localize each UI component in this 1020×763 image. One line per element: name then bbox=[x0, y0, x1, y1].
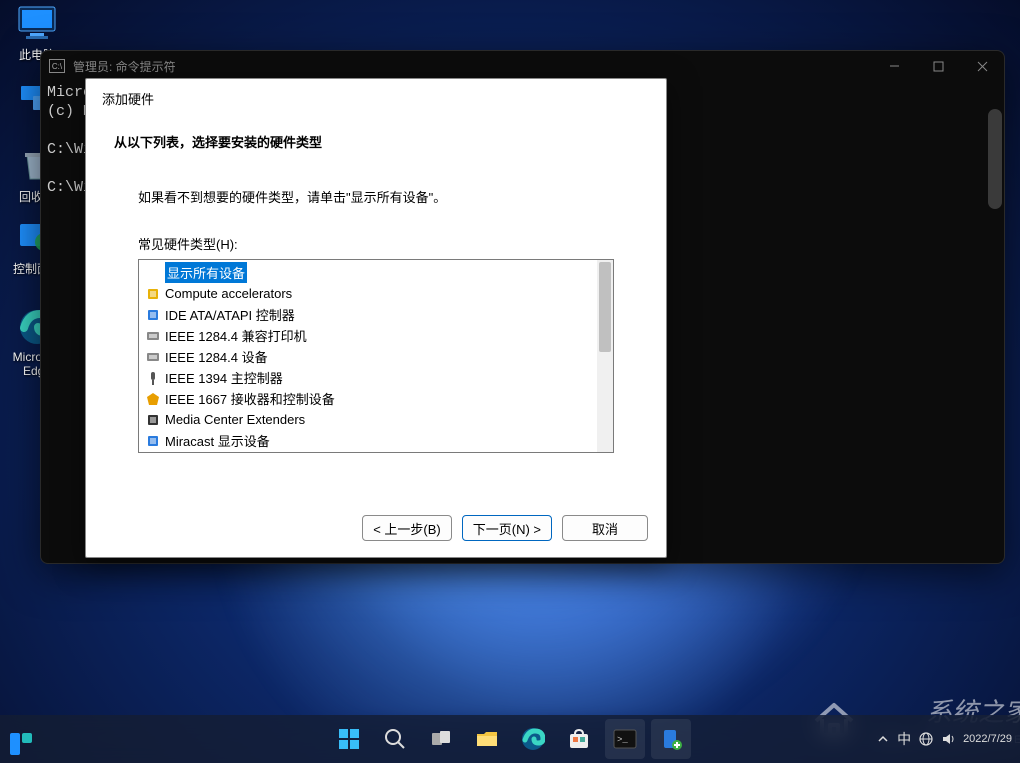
chevron-up-icon[interactable] bbox=[877, 733, 889, 745]
task-view-button[interactable] bbox=[421, 719, 461, 759]
cmd-scrollbar[interactable] bbox=[988, 109, 1002, 209]
hardware-type-icon bbox=[145, 433, 161, 449]
list-item[interactable]: Miracast 显示设备 bbox=[141, 430, 611, 451]
search-button[interactable] bbox=[375, 719, 415, 759]
taskbar: >_ 中 2022/7/29 bbox=[0, 715, 1020, 763]
hardware-type-listbox[interactable]: 显示所有设备 Compute accelerators IDE ATA/ATAPI … bbox=[138, 259, 614, 453]
add-hardware-dialog: 添加硬件 从以下列表，选择要安装的硬件类型 如果看不到想要的硬件类型，请单击"显… bbox=[85, 78, 667, 558]
listbox-scrollbar-thumb[interactable] bbox=[599, 262, 611, 352]
list-item[interactable]: Media Center Extenders bbox=[141, 409, 611, 430]
listbox-label: 常见硬件类型(H): bbox=[138, 234, 614, 253]
cmd-taskbar-button[interactable]: >_ bbox=[605, 719, 645, 759]
list-item-label: IEEE 1284.4 设备 bbox=[165, 347, 268, 366]
list-item[interactable]: IEEE 1394 主控制器 bbox=[141, 367, 611, 388]
list-item[interactable]: IEEE 1284.4 设备 bbox=[141, 346, 611, 367]
svg-text:>_: >_ bbox=[617, 735, 628, 745]
list-item-label: IEEE 1394 主控制器 bbox=[165, 368, 283, 387]
hardware-type-icon bbox=[145, 328, 161, 344]
next-button[interactable]: 下一页(N) > bbox=[462, 515, 552, 541]
hardware-type-icon bbox=[145, 391, 161, 407]
dialog-header: 从以下列表，选择要安装的硬件类型 bbox=[86, 108, 666, 187]
list-item-label: Compute accelerators bbox=[165, 286, 292, 301]
list-item-label: 显示所有设备 bbox=[165, 262, 247, 283]
volume-icon[interactable] bbox=[941, 732, 955, 746]
cmd-titlebar[interactable]: C:\ 管理员: 命令提示符 bbox=[41, 51, 1004, 81]
widgets-button[interactable] bbox=[8, 719, 50, 759]
list-item-label: Media Center Extenders bbox=[165, 412, 305, 427]
list-item-label: IDE ATA/ATAPI 控制器 bbox=[165, 305, 295, 324]
cancel-button[interactable]: 取消 bbox=[562, 515, 648, 541]
hardware-type-icon bbox=[145, 307, 161, 323]
hardware-type-icon bbox=[145, 412, 161, 428]
tray-date: 2022/7/29 bbox=[963, 733, 1012, 746]
close-button[interactable] bbox=[960, 51, 1004, 81]
edge-taskbar-button[interactable] bbox=[513, 719, 553, 759]
list-item[interactable]: 显示所有设备 bbox=[141, 262, 611, 283]
hardware-type-icon bbox=[145, 265, 161, 281]
explorer-button[interactable] bbox=[467, 719, 507, 759]
cmd-icon: C:\ bbox=[49, 59, 65, 73]
minimize-button[interactable] bbox=[872, 51, 916, 81]
hardware-type-icon bbox=[145, 286, 161, 302]
hardware-type-icon bbox=[145, 370, 161, 386]
list-item[interactable]: Compute accelerators bbox=[141, 283, 611, 304]
add-hardware-taskbar-button[interactable] bbox=[651, 719, 691, 759]
monitor-icon bbox=[15, 4, 59, 42]
list-item[interactable]: IEEE 1667 接收器和控制设备 bbox=[141, 388, 611, 409]
list-item-label: Miracast 显示设备 bbox=[165, 431, 270, 450]
dialog-instruction: 如果看不到想要的硬件类型，请单击"显示所有设备"。 bbox=[138, 187, 614, 206]
list-item-label: IEEE 1284.4 兼容打印机 bbox=[165, 326, 307, 345]
hardware-type-icon bbox=[145, 349, 161, 365]
tray-clock[interactable]: 2022/7/29 bbox=[963, 733, 1012, 746]
list-item-label: IEEE 1667 接收器和控制设备 bbox=[165, 389, 335, 408]
network-tray-icon[interactable] bbox=[919, 732, 933, 746]
back-button[interactable]: < 上一步(B) bbox=[362, 515, 452, 541]
ime-icon[interactable]: 中 bbox=[897, 729, 911, 749]
start-button[interactable] bbox=[329, 719, 369, 759]
cmd-title-text: 管理员: 命令提示符 bbox=[73, 58, 176, 75]
dialog-title: 添加硬件 bbox=[86, 79, 666, 108]
listbox-scrollbar-track[interactable] bbox=[597, 260, 613, 452]
list-item[interactable]: IDE ATA/ATAPI 控制器 bbox=[141, 304, 611, 325]
maximize-button[interactable] bbox=[916, 51, 960, 81]
list-item[interactable]: IEEE 1284.4 兼容打印机 bbox=[141, 325, 611, 346]
store-button[interactable] bbox=[559, 719, 599, 759]
system-tray[interactable]: 中 2022/7/29 bbox=[877, 715, 1012, 763]
